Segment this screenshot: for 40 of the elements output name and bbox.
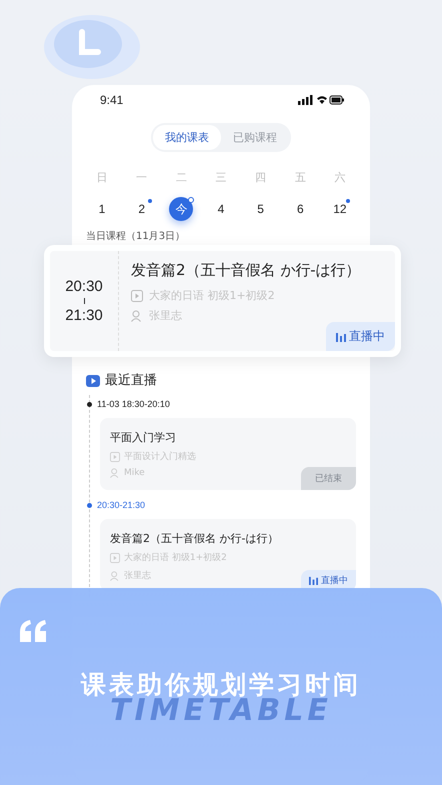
person-icon — [110, 468, 120, 478]
weekday-label: 二 — [174, 170, 188, 185]
play-icon — [110, 452, 120, 462]
start-time: 20:30 — [65, 278, 103, 295]
bars-icon — [309, 576, 318, 585]
weekday-label: 六 — [333, 170, 346, 185]
section-title: 最近直播 — [105, 372, 157, 389]
weekday-label: 五 — [294, 170, 307, 185]
lesson-title: 发音篇2（五十音假名 か行-は行） — [110, 531, 280, 546]
weekday-label: 一 — [135, 170, 148, 185]
status-label: 直播中 — [321, 574, 348, 587]
weekday-label: 三 — [214, 170, 228, 185]
person-icon — [110, 570, 120, 580]
date-button[interactable]: 4 — [208, 197, 233, 221]
play-icon — [131, 290, 143, 302]
tv-icon — [86, 373, 100, 387]
date-button[interactable]: 1 — [90, 197, 114, 221]
date-button[interactable]: 2 — [130, 197, 154, 221]
tab[interactable]: 我的课表 — [153, 125, 221, 150]
status-label: 已结束 — [315, 472, 342, 485]
clock-icon — [42, 12, 142, 82]
lesson-title: 发音篇2（五十音假名 か行-は行） — [131, 261, 362, 280]
time-range: 11-03 18:30-20:10 — [97, 399, 170, 409]
weekday-label: 日 — [96, 170, 108, 185]
bars-icon — [336, 332, 346, 342]
quote-icon — [20, 620, 48, 642]
section-heading: 当日课程（11月3日） — [86, 230, 186, 243]
date-button[interactable]: 5 — [248, 197, 273, 221]
lesson-title: 平面入门学习 — [110, 430, 177, 445]
person-icon — [131, 310, 143, 322]
status-icons — [298, 95, 344, 105]
date-button[interactable]: 6 — [288, 197, 312, 221]
date-button[interactable]: 12 — [328, 197, 352, 221]
end-time: 21:30 — [65, 307, 103, 324]
weekday-label: 四 — [254, 170, 268, 185]
status-time: 9:41 — [100, 93, 124, 107]
status-label: 直播中 — [349, 328, 385, 345]
play-icon — [110, 552, 120, 562]
time-range: 20:30-21:30 — [97, 500, 146, 510]
date-button[interactable]: 今 — [169, 197, 194, 221]
